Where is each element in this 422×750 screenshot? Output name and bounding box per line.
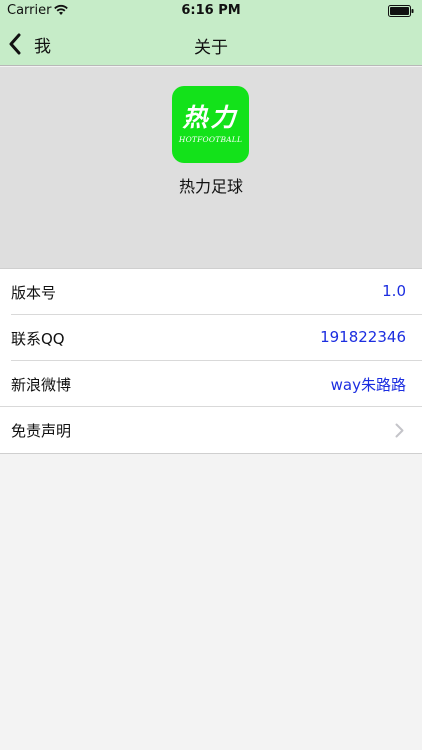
list-item-qq[interactable]: 联系QQ 191822346: [0, 315, 422, 361]
logo-text-cn: 热力: [182, 103, 239, 132]
weibo-value[interactable]: way朱路路: [331, 374, 406, 395]
disclaimer-label: 免责声明: [11, 422, 72, 440]
about-header: 热力 HOTFOOTBALL 热力足球: [0, 67, 422, 268]
version-value: 1.0: [382, 282, 406, 300]
top-bar: Carrier 6:16 PM 我 关于: [0, 0, 422, 66]
app-name: 热力足球: [178, 177, 243, 196]
info-list: 版本号 1.0 联系QQ 191822346 新浪微博 way朱路路 免责声明: [0, 268, 422, 454]
page-title: 关于: [194, 38, 228, 58]
version-label: 版本号: [11, 284, 57, 302]
logo-text-en: HOTFOOTBALL: [178, 135, 243, 144]
qq-value[interactable]: 191822346: [320, 328, 406, 346]
status-bar: Carrier 6:16 PM: [0, 0, 422, 22]
battery-icon: [388, 5, 414, 17]
app-logo: 热力 HOTFOOTBALL: [172, 86, 249, 163]
navigation-bar: 我 关于: [0, 22, 422, 66]
status-time: 6:16 PM: [181, 3, 241, 18]
weibo-label: 新浪微博: [11, 376, 72, 394]
chevron-right-icon: [395, 423, 404, 438]
list-item-disclaimer[interactable]: 免责声明: [0, 407, 422, 453]
list-item-weibo[interactable]: 新浪微博 way朱路路: [0, 361, 422, 407]
list-item-version: 版本号 1.0: [0, 269, 422, 315]
qq-label: 联系QQ: [11, 330, 65, 348]
